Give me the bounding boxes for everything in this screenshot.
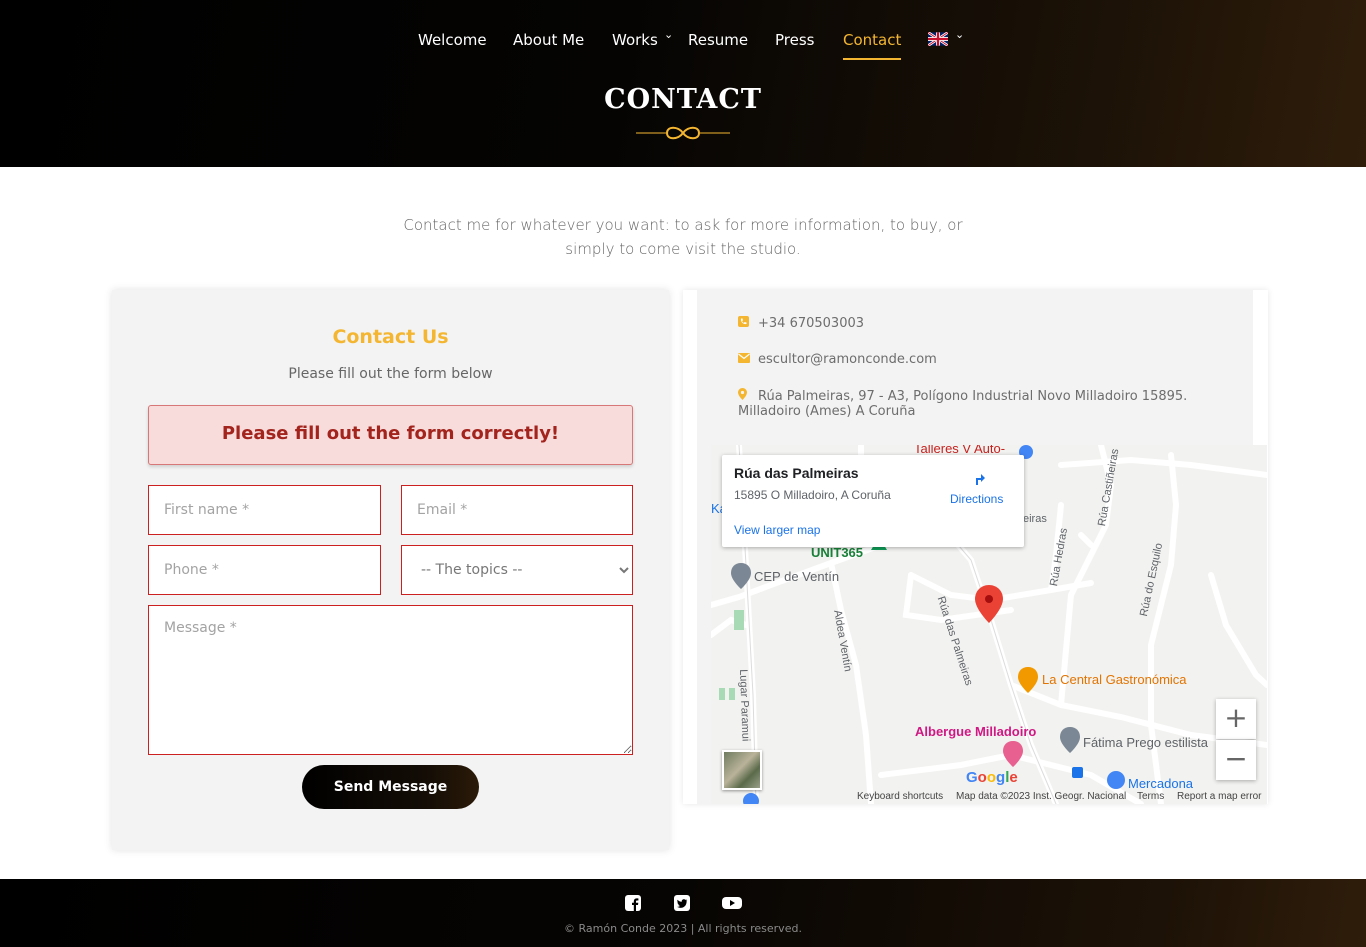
contact-info-panel: +34 670503003 escultor@ramonconde.com Rú… (697, 290, 1267, 804)
address-row: Rúa Palmeiras, 97 - A3, Polígono Industr… (738, 388, 1228, 419)
address-text: Rúa Palmeiras, 97 - A3, Polígono Industr… (738, 389, 1188, 419)
form-heading: Contact Us (332, 326, 449, 348)
report-map-error-link[interactable]: Report a map error (1177, 791, 1261, 802)
topics-select[interactable]: -- The topics -- (401, 545, 633, 595)
zoom-out-button[interactable]: − (1216, 740, 1256, 780)
map-place-card: Rúa das Palmeiras 15895 O Milladoiro, A … (722, 455, 1024, 547)
phone-row: +34 670503003 (738, 316, 864, 331)
twitter-icon[interactable] (673, 895, 691, 911)
map-label-albergue[interactable]: Albergue Milladoiro (915, 724, 1036, 739)
language-chevron-down-icon[interactable]: ⌄ (955, 28, 964, 41)
page-header: Welcome About Me Works ⌄ Resume Press Co… (0, 0, 1366, 167)
page-footer: © Ramón Conde 2023 | All rights reserved… (0, 879, 1366, 947)
nav-resume[interactable]: Resume (688, 31, 748, 49)
nav-about-me[interactable]: About Me (513, 31, 584, 49)
map-label-unit365[interactable]: UNIT365 (811, 545, 863, 560)
keyboard-shortcuts-link[interactable]: Keyboard shortcuts (857, 791, 943, 802)
map-label-cep[interactable]: CEP de Ventín (754, 569, 839, 584)
nav-welcome[interactable]: Welcome (418, 31, 487, 49)
copyright-text: © Ramón Conde 2023 | All rights reserved… (564, 922, 802, 935)
contact-info-card: +34 670503003 escultor@ramonconde.com Rú… (683, 290, 1268, 804)
intro-text: Contact me for whatever you want: to ask… (403, 216, 963, 258)
phone-icon (738, 316, 758, 331)
map-label-central[interactable]: La Central Gastronómica (1042, 672, 1187, 687)
map-label-fragment-eiras: eiras (1023, 513, 1047, 525)
map-label-lugar-paramui: Lugar Paramui (737, 669, 752, 742)
facebook-icon[interactable] (624, 895, 642, 911)
nav-works[interactable]: Works (612, 31, 658, 49)
satellite-toggle-thumbnail[interactable] (722, 750, 762, 790)
nav-contact[interactable]: Contact (843, 31, 902, 60)
infinity-ornament-icon (636, 126, 730, 140)
youtube-icon[interactable] (722, 895, 742, 911)
email-address[interactable]: escultor@ramonconde.com (758, 352, 937, 367)
zoom-in-button[interactable]: + (1216, 699, 1256, 739)
contact-form-card: Contact Us Please fill out the form belo… (112, 290, 669, 850)
directions-icon[interactable] (968, 467, 990, 489)
form-subheading: Please fill out the form below (288, 366, 493, 382)
google-logo: Google (966, 769, 1018, 786)
works-chevron-down-icon[interactable]: ⌄ (664, 28, 673, 41)
email-input[interactable] (401, 485, 633, 535)
error-alert: Please fill out the form correctly! (148, 405, 633, 465)
message-textarea[interactable] (148, 605, 633, 755)
uk-flag-icon[interactable] (928, 32, 948, 46)
first-name-input[interactable] (148, 485, 381, 535)
phone-number[interactable]: +34 670503003 (758, 316, 864, 331)
map-data-attribution: Map data ©2023 Inst. Geogr. Nacional (956, 791, 1127, 802)
send-message-button[interactable]: Send Message (302, 765, 479, 809)
nav-press[interactable]: Press (775, 31, 814, 49)
map-marker-icon (738, 388, 758, 404)
phone-input[interactable] (148, 545, 381, 595)
google-map[interactable]: Talleres V Auto- Ka eiras UNIT365 CEP de… (711, 445, 1267, 804)
place-title: Rúa das Palmeiras (734, 465, 859, 481)
view-larger-map-link[interactable]: View larger map (734, 523, 820, 537)
page-title: CONTACT (604, 84, 762, 115)
terms-link[interactable]: Terms (1137, 791, 1164, 802)
directions-link[interactable]: Directions (950, 492, 1003, 506)
map-label-fatima[interactable]: Fátima Prego estilista (1083, 735, 1208, 750)
main-nav: Welcome About Me Works ⌄ Resume Press Co… (0, 28, 1366, 64)
map-label-mercadona[interactable]: Mercadona (1128, 776, 1193, 791)
email-row: escultor@ramonconde.com (738, 352, 937, 367)
envelope-icon (738, 352, 758, 367)
place-address: 15895 O Milladoiro, A Coruña (734, 488, 891, 502)
